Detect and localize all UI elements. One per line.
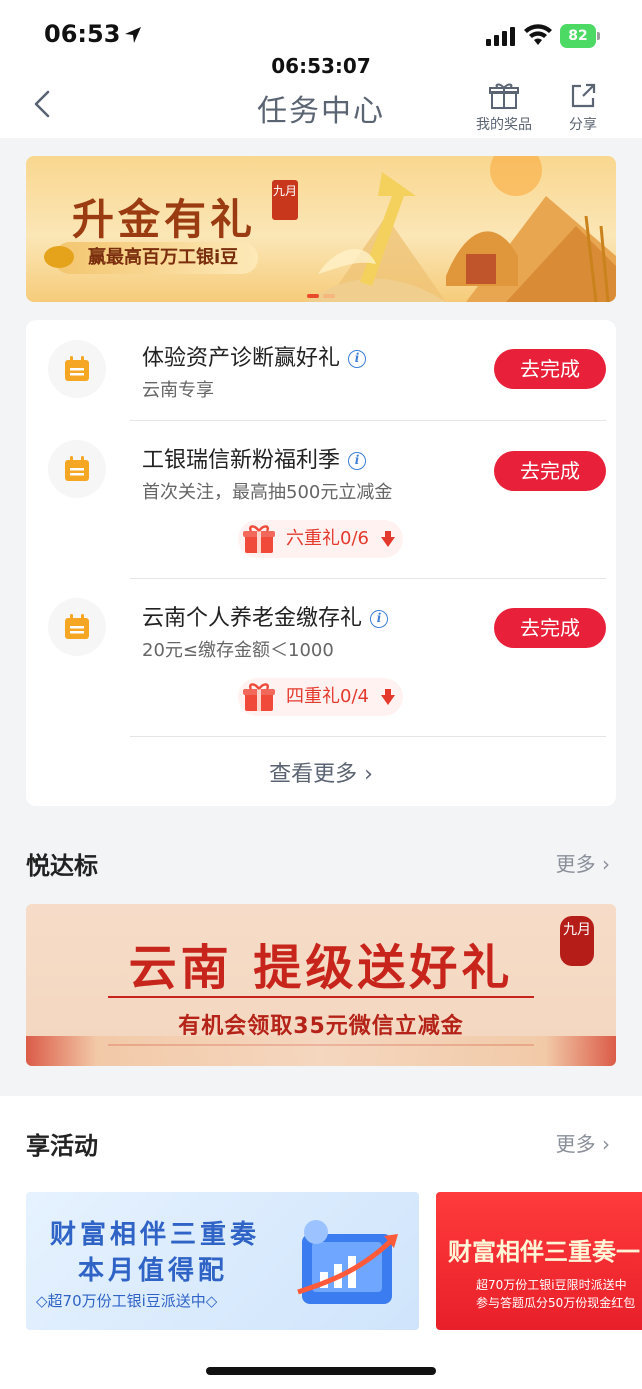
expand-arrow-icon [380,531,395,547]
activity-card[interactable]: 财富相伴三重奏一 超70万份工银i豆限时派送中 参与答题瓜分50万份现金红包 [436,1192,642,1330]
red-gift-icon [243,525,275,553]
red-gift-icon [243,683,275,711]
task-list-card: 体验资产诊断赢好礼 i 云南专享 去完成 工银瑞信新粉福利季 i 首次关注，最高抽5… [26,320,616,806]
ydb-seal: 九月 [560,916,594,966]
task-subtitle: 首次关注，最高抽500元立减金 [142,482,393,503]
task-icon-circle [48,598,106,656]
section-title: 享活动 [26,1132,98,1160]
chevron-right-icon: › [364,762,373,787]
task-icon-circle [48,340,106,398]
section-more-link[interactable]: 更多 › [556,848,610,877]
location-arrow-icon [125,27,141,43]
chevron-right-icon: › [602,852,610,876]
decorative-line [108,996,534,998]
see-more-text: 查看更多 [269,762,358,787]
task-complete-button[interactable]: 去完成 [494,349,606,389]
carousel-dots [26,283,616,302]
task-title-text: 云南个人养老金缴存礼 [142,606,363,631]
section-title: 悦达标 [26,852,98,880]
banner-subtitle: 赢最高百万工银i豆 [54,242,259,274]
cellular-signal-icon [486,27,515,46]
banner-title: 升金有礼 [72,195,257,244]
page-title: 任务中心 [257,94,385,129]
divider [130,578,606,579]
info-icon[interactable]: i [348,452,367,470]
banner-seal: 九月 [272,180,298,220]
calendar-icon [65,456,89,481]
task-title-text: 体验资产诊断赢好礼 [142,346,341,371]
task-subtitle: 云南专享 [142,380,214,401]
gift-box-icon [489,83,519,109]
activity-title-line1: 财富相伴三重奏 [50,1220,261,1250]
task-complete-button[interactable]: 去完成 [494,608,606,648]
my-prizes-button[interactable]: 我的奖品 [466,82,542,134]
battery-icon: 82 [560,24,600,48]
activity-title: 财富相伴三重奏一 [448,1237,640,1266]
activity-title-line2: 本月值得配 [78,1256,229,1286]
gift-progress-text: 六重礼0/6 [286,528,369,549]
timestamp-overlay: 06:53:07 [271,54,371,78]
chevron-right-icon: › [602,1132,610,1156]
activity-desc-line2: 参与答题瓜分50万份现金红包 [476,1296,636,1310]
activity-card[interactable]: 财富相伴三重奏 本月值得配 ◇超70万份工银i豆派送中◇ [26,1192,419,1330]
my-prizes-label: 我的奖品 [476,117,532,133]
section-more-link[interactable]: 更多 › [556,1128,610,1157]
divider [130,420,606,421]
status-time: 06:53 [44,20,121,48]
task-title-text: 工银瑞信新粉福利季 [142,448,341,473]
task-complete-button[interactable]: 去完成 [494,451,606,491]
info-icon[interactable]: i [370,610,389,628]
calendar-icon [65,614,89,639]
share-button[interactable]: 分享 [556,82,610,134]
share-icon [571,83,596,108]
bar-chart-illustration-icon [297,1220,398,1304]
task-title: 云南个人养老金缴存礼 i [142,600,389,632]
activity-desc-line1: 超70万份工银i豆限时派送中 [476,1278,627,1292]
home-indicator[interactable] [206,1367,436,1375]
task-subtitle: 20元≤缴存金额＜1000 [142,640,334,661]
section-more-text: 更多 [555,852,596,876]
gift-progress-pill[interactable]: 六重礼0/6 [238,520,403,558]
task-title: 体验资产诊断赢好礼 i [142,340,367,372]
decorative-footer [26,1036,616,1066]
status-bar: 06:53 82 [0,0,642,60]
wifi-icon [524,24,552,45]
ydb-banner-title: 云南 提级送好礼 [128,940,514,996]
task-icon-circle [48,440,106,498]
bottom-safe-area [0,1338,642,1389]
expand-arrow-icon [380,689,395,705]
activity-pill: ◇超70万份工银i豆派送中◇ [36,1292,218,1310]
gift-progress-pill[interactable]: 四重礼0/4 [238,678,403,716]
gift-progress-text: 四重礼0/4 [286,686,369,707]
ydb-promo-banner[interactable]: 云南 提级送好礼 有机会领取35元微信立减金 九月 [26,904,616,1066]
task-title: 工银瑞信新粉福利季 i [142,442,367,474]
promo-banner[interactable]: 升金有礼 九月 赢最高百万工银i豆 [26,156,616,302]
calendar-icon [65,356,89,381]
divider [130,736,606,737]
share-label: 分享 [569,117,597,133]
section-more-text: 更多 [555,1132,596,1156]
see-more-link[interactable]: 查看更多 › [26,756,616,788]
battery-level: 82 [560,24,596,48]
activity-carousel: 财富相伴三重奏 本月值得配 ◇超70万份工银i豆派送中◇ 财富相伴三重奏一 超7… [0,1184,642,1338]
coin-icon [44,246,74,268]
info-icon[interactable]: i [348,350,367,368]
